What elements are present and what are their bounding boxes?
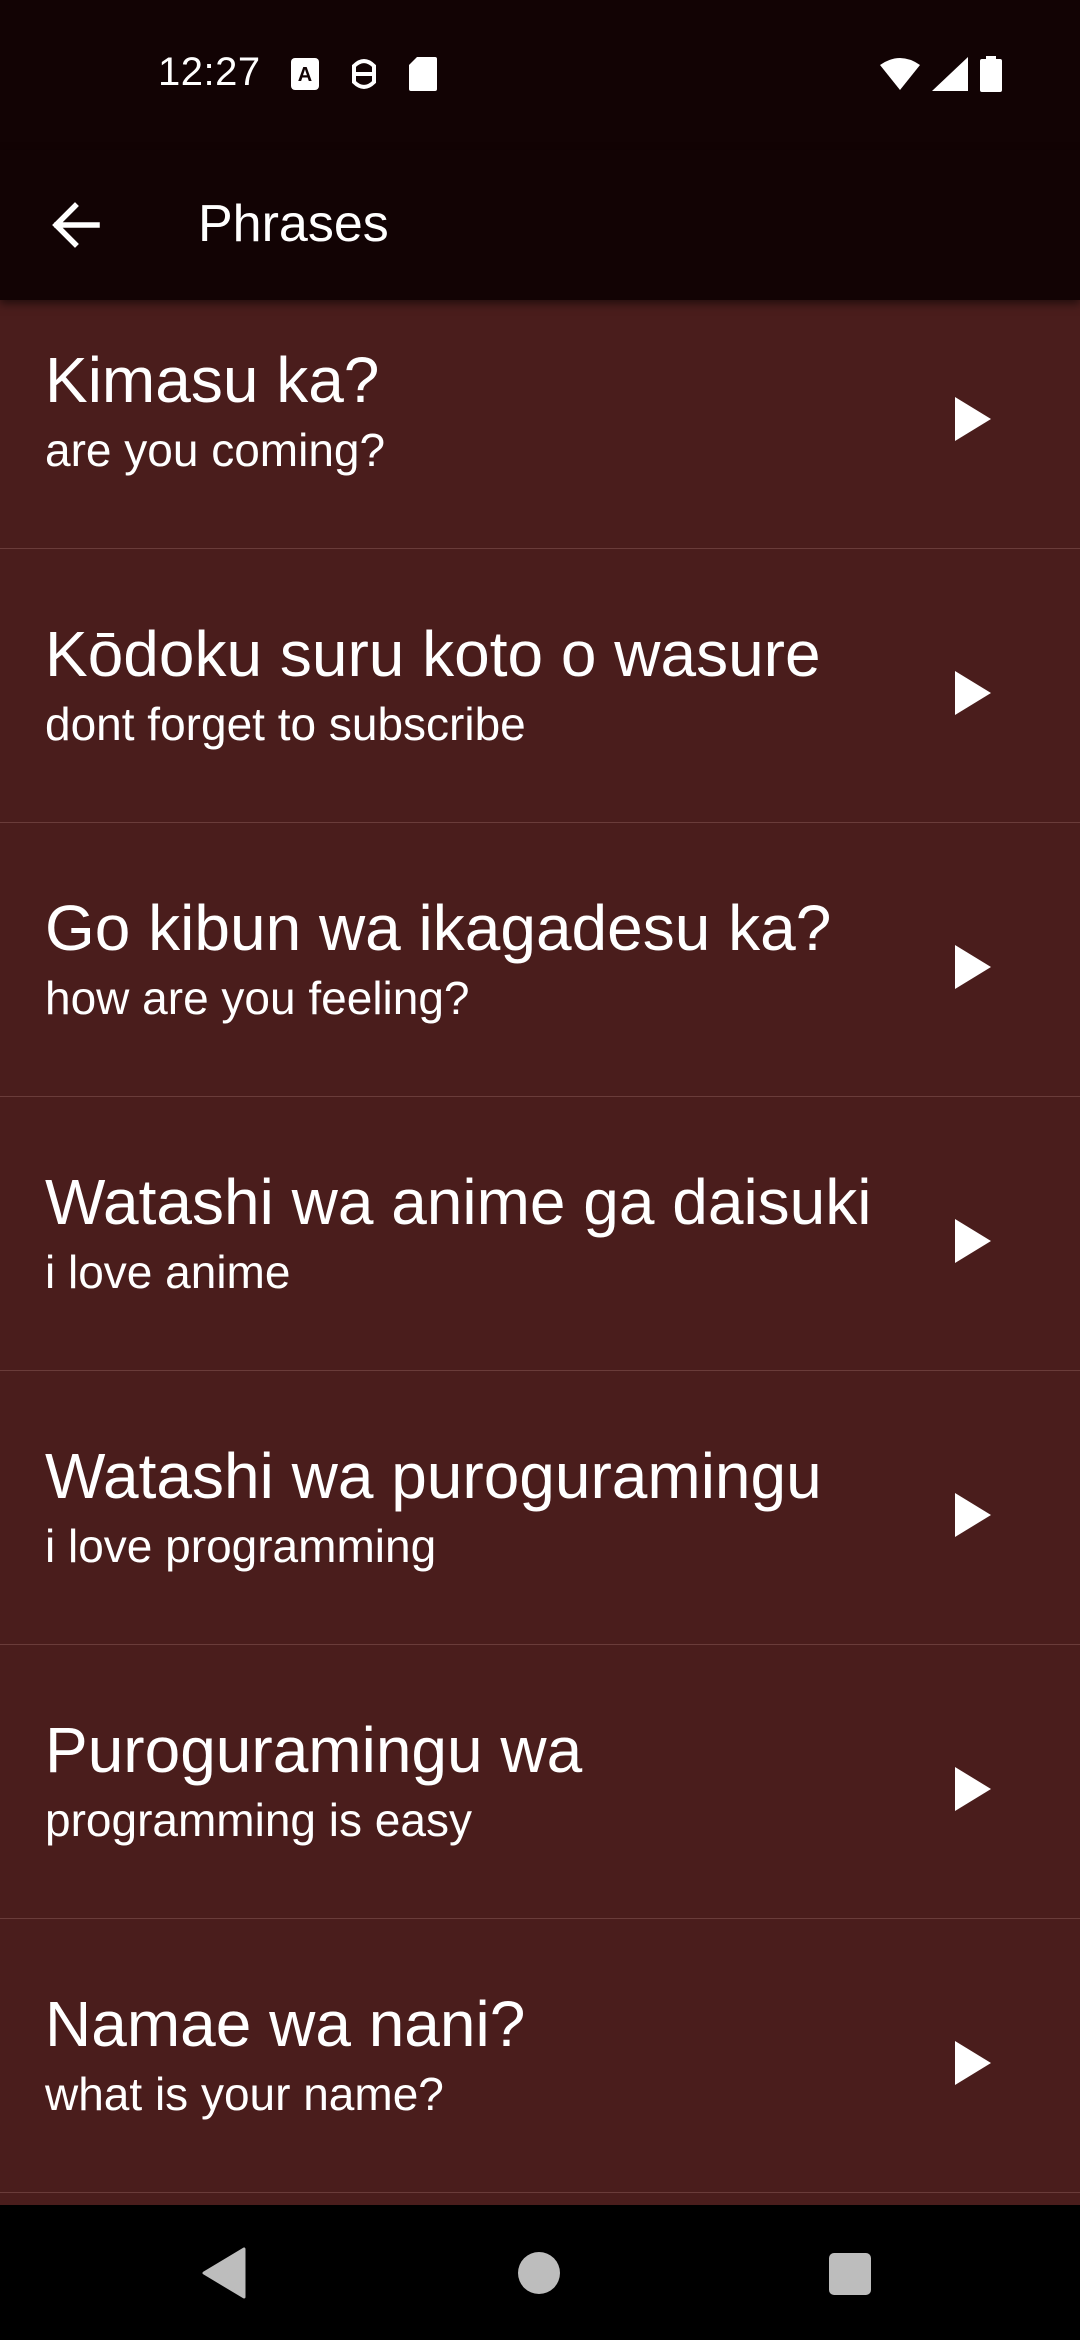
phrases-screen: 12:27 A Phrases Kimasu ka? are you comin… <box>0 0 1080 2340</box>
translation-text: dont forget to subscribe <box>45 698 526 750</box>
phrase-text: Kimasu ka? <box>45 344 380 416</box>
play-icon <box>955 671 991 715</box>
play-button[interactable] <box>935 1203 1011 1279</box>
back-button[interactable] <box>38 187 114 263</box>
status-time: 12:27 <box>158 50 261 94</box>
nav-back-button[interactable] <box>200 2247 246 2304</box>
play-button[interactable] <box>935 655 1011 731</box>
nav-home-button[interactable] <box>518 2252 560 2294</box>
font-notification-icon: A <box>290 57 320 96</box>
android-debug-icon <box>348 56 380 97</box>
status-notification-icons: A <box>290 56 438 97</box>
play-button[interactable] <box>935 2025 1011 2101</box>
phrase-item[interactable]: Puroguramingu wa programming is easy <box>0 1645 1080 1919</box>
play-button[interactable] <box>935 381 1011 457</box>
phrase-list-content: Kimasu ka? are you coming? Kōdoku suru k… <box>0 300 1080 2193</box>
nav-back-icon <box>202 2247 246 2299</box>
phrase-text: Go kibun wa ikagadesu ka? <box>45 892 832 964</box>
system-nav-bar <box>0 2205 1080 2340</box>
play-icon <box>955 397 991 441</box>
phrase-item[interactable]: Kimasu ka? are you coming? <box>0 300 1080 549</box>
translation-text: how are you feeling? <box>45 972 470 1024</box>
status-system-icons <box>880 56 1002 97</box>
phrase-item[interactable]: Watashi wa anime ga daisuki i love anime <box>0 1097 1080 1371</box>
phrase-text: Namae wa nani? <box>45 1988 526 2060</box>
play-button[interactable] <box>935 929 1011 1005</box>
play-button[interactable] <box>935 1477 1011 1553</box>
phrase-item[interactable]: Kōdoku suru koto o wasure dont forget to… <box>0 549 1080 823</box>
phrase-text: Watashi wa puroguramingu <box>45 1440 822 1512</box>
svg-text:A: A <box>298 64 312 86</box>
app-bar: Phrases <box>0 150 1080 300</box>
translation-text: programming is easy <box>45 1794 472 1846</box>
status-bar: 12:27 A <box>0 0 1080 150</box>
nav-recents-button[interactable] <box>829 2253 871 2295</box>
play-button[interactable] <box>935 1751 1011 1827</box>
play-icon <box>955 945 991 989</box>
play-icon <box>955 1219 991 1263</box>
phrase-item[interactable]: Go kibun wa ikagadesu ka? how are you fe… <box>0 823 1080 1097</box>
battery-icon <box>980 56 1002 97</box>
play-icon <box>955 1493 991 1537</box>
wifi-icon <box>880 57 920 96</box>
play-icon <box>955 1767 991 1811</box>
phrase-text: Watashi wa anime ga daisuki <box>45 1166 872 1238</box>
cell-signal-icon <box>932 57 968 96</box>
arrow-back-icon <box>52 202 100 248</box>
phrase-list[interactable]: Kimasu ka? are you coming? Kōdoku suru k… <box>0 300 1080 2205</box>
phrase-item[interactable]: Namae wa nani? what is your name? <box>0 1919 1080 2193</box>
phrase-text: Puroguramingu wa <box>45 1714 583 1786</box>
translation-text: what is your name? <box>45 2068 444 2120</box>
page-title: Phrases <box>198 195 389 253</box>
phrase-text: Kōdoku suru koto o wasure <box>45 618 821 690</box>
translation-text: i love anime <box>45 1246 291 1298</box>
translation-text: i love programming <box>45 1520 437 1572</box>
phrase-item[interactable]: Watashi wa puroguramingu i love programm… <box>0 1371 1080 1645</box>
play-icon <box>955 2041 991 2085</box>
translation-text: are you coming? <box>45 424 386 476</box>
sd-card-icon <box>408 56 438 97</box>
